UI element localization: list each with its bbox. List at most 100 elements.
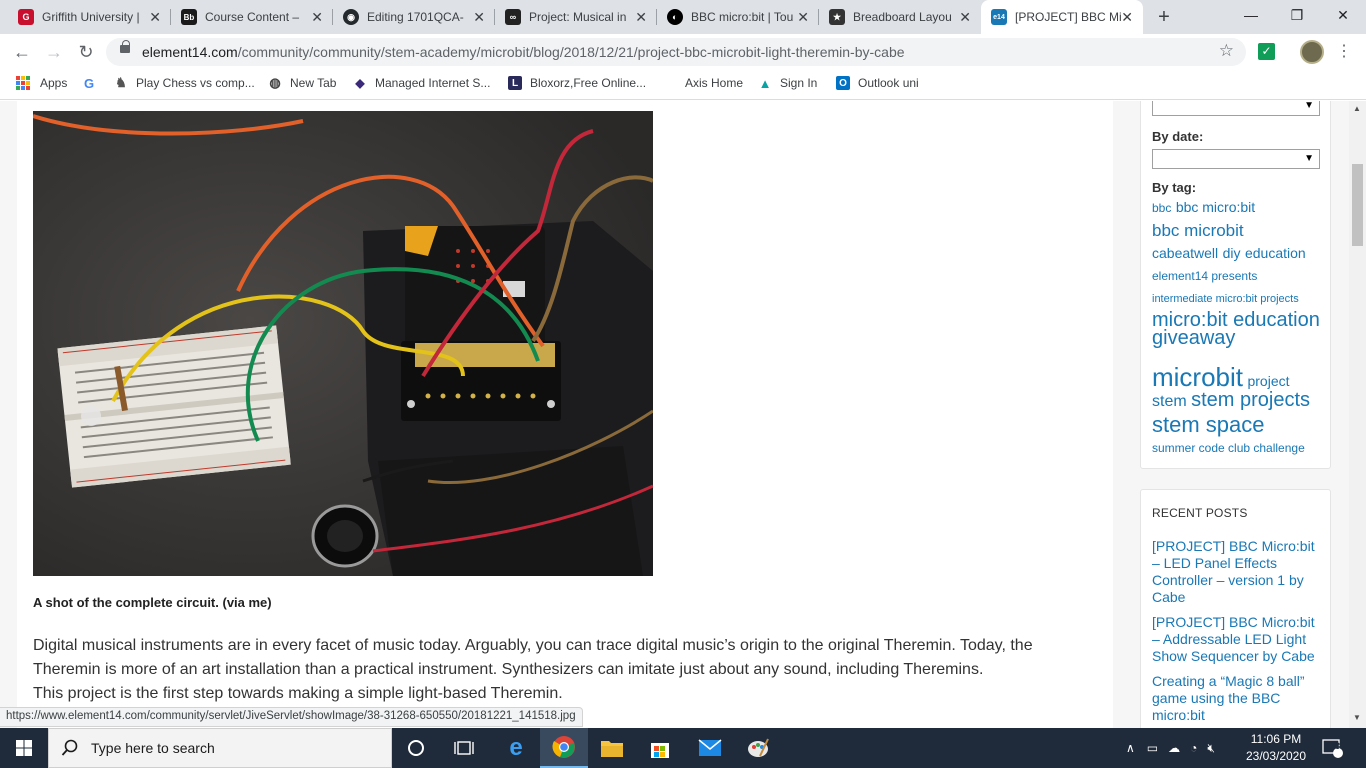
by-tag-label: By tag: [1152,180,1197,195]
chevron-down-icon: ▼ [1304,101,1314,111]
cloud-icon[interactable]: ☁ [1168,741,1180,755]
system-tray: ∧ ▭ ☁ ◔ 🔇︎ [1126,728,1215,768]
chrome-app[interactable] [540,728,588,768]
extension-check-icon[interactable]: ✓ [1258,43,1275,60]
tag-link[interactable]: element14 presents [1152,269,1257,283]
bookmark-star-icon[interactable]: ☆ [1219,41,1234,61]
tab-bbc-microbit[interactable]: ◐ BBC micro:bit | Tou ✕ [657,0,819,34]
recent-post-link[interactable]: [PROJECT] BBC Micro:bit – LED Panel Effe… [1152,538,1322,606]
scroll-down-icon[interactable]: ▼ [1353,713,1361,722]
date-select[interactable]: ▼ [1152,149,1320,169]
taskbar-clock[interactable]: 11:06 PM 23/03/2020 [1236,731,1316,765]
bookmark-label: Outlook uni [858,76,919,90]
cortana-button[interactable] [392,728,440,768]
new-tab-button[interactable]: + [1152,6,1176,28]
tab-editing[interactable]: ◉ Editing 1701QCA- ✕ [333,0,495,34]
bookmark-new-tab[interactable]: ◍ New Tab [268,75,336,90]
start-button[interactable] [0,728,48,768]
tag-link[interactable]: intermediate micro:bit projects [1152,293,1299,305]
close-icon[interactable]: ✕ [473,9,485,25]
bookmark-apps[interactable]: Apps [16,76,67,90]
bookmarks-bar: Apps G ♞ Play Chess vs comp... ◍ New Tab… [0,70,1366,100]
close-icon[interactable]: ✕ [959,9,971,25]
close-icon[interactable]: ✕ [1121,9,1133,25]
tab-label: Project: Musical in [529,10,627,24]
profile-avatar[interactable] [1300,40,1324,64]
recent-post-link[interactable]: Creating a “Magic 8 ball” game using the… [1152,673,1322,724]
bookmark-sign-in[interactable]: ▲ Sign In [758,75,818,91]
close-icon[interactable]: ✕ [149,9,161,25]
bookmark-outlook[interactable]: O Outlook uni [836,76,919,90]
notification-center-button[interactable]: 3 [1322,728,1344,768]
tag-link[interactable]: bbc [1152,201,1171,215]
back-arrow-icon[interactable]: ← [10,40,34,64]
file-explorer-app[interactable] [588,728,636,768]
article-body: A shot of the complete circuit. (via me)… [17,101,1113,728]
signin-icon: ▲ [758,75,772,91]
recent-posts-box: RECENT POSTS [PROJECT] BBC Micro:bit – L… [1140,489,1331,728]
store-bag-icon [651,743,669,758]
tab-strip: G Griffith University | ✕ Bb Course Cont… [0,0,1366,34]
tab-project-musical[interactable]: ∞ Project: Musical in ✕ [495,0,657,34]
circuit-photo-drawing [33,111,653,576]
address-bar[interactable]: element14.com/community/community/stem-a… [106,38,1246,66]
tab-course-content[interactable]: Bb Course Content – ✕ [171,0,333,34]
wifi-icon[interactable]: ◔ [1190,741,1197,755]
tab-label: Griffith University | [42,10,140,24]
tag-link[interactable]: stem [1152,393,1187,410]
tag-link[interactable]: diy [1223,245,1241,261]
scrollbar-thumb[interactable] [1352,164,1363,246]
bookmark-label: Managed Internet S... [375,76,491,90]
close-icon[interactable]: ✕ [311,9,323,25]
task-view-button[interactable] [440,728,488,768]
bookmark-managed-internet[interactable]: ◆ Managed Internet S... [353,76,490,90]
globe-icon: ◍ [269,75,281,90]
circuit-photo[interactable] [33,111,653,576]
tag-link[interactable]: micro:bit education giveaway [1152,309,1320,349]
tag-link[interactable]: project [1247,373,1289,389]
tag-link[interactable]: stem space [1152,412,1265,437]
reload-icon[interactable]: ↻ [74,40,98,64]
paragraph-line: This project is the first step towards m… [33,685,563,702]
recent-post-link[interactable]: [PROJECT] BBC Micro:bit – Addressable LE… [1152,614,1322,665]
bookmark-google[interactable]: G [82,76,104,91]
tag-link[interactable]: microbit [1152,362,1243,392]
edge-app[interactable]: e [492,728,540,768]
tab-project-bbc-active[interactable]: e14 [PROJECT] BBC Mi ✕ [981,0,1143,34]
bookmark-axis-home[interactable]: Axis Home [663,76,743,90]
tag-link[interactable]: bbc microbit [1152,221,1244,240]
category-select[interactable]: ▼ [1152,101,1320,116]
tag-link[interactable]: bbc micro:bit [1176,199,1255,215]
close-window-button[interactable]: ✕ [1320,0,1366,32]
taskbar-search-input[interactable]: Type here to search [48,728,392,768]
close-icon[interactable]: ✕ [797,9,809,25]
article-paragraph: Digital musical instruments are in every… [33,634,1093,706]
volume-mute-icon[interactable]: 🔇︎ [1207,741,1215,756]
tag-link[interactable]: stem projects [1191,389,1310,411]
scroll-up-icon[interactable]: ▲ [1353,104,1361,113]
bookmark-bloxorz[interactable]: L Bloxorz,Free Online... [508,76,646,90]
forward-arrow-icon[interactable]: → [42,40,66,64]
menu-kebab-icon[interactable]: ⋮ [1336,40,1352,64]
close-icon[interactable]: ✕ [635,9,647,25]
chevron-up-icon[interactable]: ∧ [1126,741,1135,755]
bookmark-play-chess[interactable]: ♞ Play Chess vs comp... [114,75,255,90]
clock-date: 23/03/2020 [1245,749,1307,763]
paint-app[interactable] [734,728,782,768]
mail-icon [698,739,722,756]
notification-count: 3 [1335,741,1341,751]
tab-breadboard[interactable]: ★ Breadboard Layou ✕ [819,0,981,34]
store-app[interactable] [636,728,684,768]
tag-link[interactable]: education [1245,245,1306,261]
minimize-button[interactable]: — [1228,0,1274,32]
url-text[interactable]: element14.com/community/community/stem-a… [142,44,905,60]
battery-icon[interactable]: ▭ [1147,741,1158,755]
page-scrollbar[interactable]: ▲ ▼ [1349,101,1366,728]
photo-caption: A shot of the complete circuit. (via me) [33,595,272,610]
web-page: A shot of the complete circuit. (via me)… [0,101,1366,728]
tab-griffith[interactable]: G Griffith University | ✕ [8,0,171,34]
maximize-button[interactable]: ❐ [1274,0,1320,32]
mail-app[interactable] [686,728,734,768]
tag-link[interactable]: summer code club challenge [1152,441,1305,455]
tag-link[interactable]: cabeatwell [1152,245,1218,261]
